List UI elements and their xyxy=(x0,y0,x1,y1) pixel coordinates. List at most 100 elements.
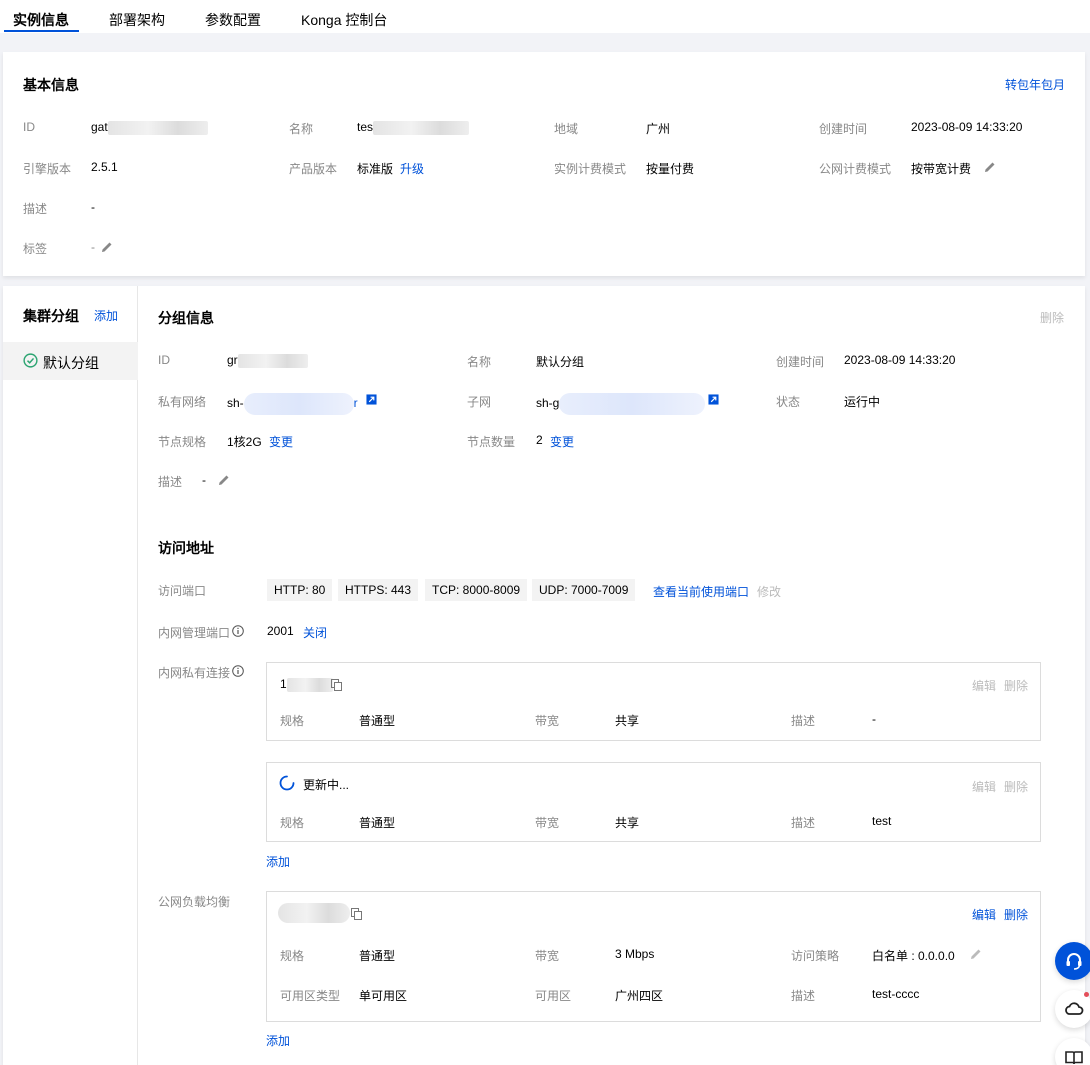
delete-public-clb[interactable]: 删除 xyxy=(1004,906,1028,923)
edit-private-link-1[interactable]: 编辑 xyxy=(972,677,996,694)
edit-public-clb[interactable]: 编辑 xyxy=(972,906,996,923)
created-label: 创建时间 xyxy=(819,122,868,136)
private-spec-label: 规格 xyxy=(280,714,305,728)
docs-button[interactable] xyxy=(1055,1038,1090,1065)
public-spec-value: 普通型 xyxy=(359,949,396,963)
desc-label: 描述 xyxy=(23,202,48,216)
engine-value: 2.5.1 xyxy=(91,160,118,174)
billing-value: 按量付费 xyxy=(646,162,695,176)
change-count-link[interactable]: 变更 xyxy=(550,433,574,450)
status-value: 运行中 xyxy=(844,395,881,409)
private-desc-value: test xyxy=(872,814,892,828)
public-desc-value: test-cccc xyxy=(872,987,920,1001)
private-bw-value: 共享 xyxy=(615,714,640,728)
sidebar-item-default-group-label: 默认分组 xyxy=(43,355,99,371)
public-bw-label: 带宽 xyxy=(535,949,560,963)
port-tag-http: HTTP: 80 xyxy=(267,579,333,601)
copy-icon[interactable] xyxy=(331,679,342,691)
upgrade-link[interactable]: 升级 xyxy=(400,160,424,177)
group-desc-value: - xyxy=(202,473,206,487)
tab-instance-info[interactable]: 实例信息 xyxy=(13,10,69,30)
node-spec-value: 1核2G xyxy=(227,435,262,449)
group-id-value: gr xyxy=(227,353,308,368)
modify-ports-link[interactable]: 修改 xyxy=(757,583,781,600)
tab-params[interactable]: 参数配置 xyxy=(205,10,261,30)
product-value: 标准版 xyxy=(357,162,394,176)
edit-private-link-2[interactable]: 编辑 xyxy=(972,778,996,795)
port-tag-udp: UDP: 7000-7009 xyxy=(532,579,636,601)
active-tab-indicator xyxy=(4,30,79,32)
subnet-label: 子网 xyxy=(467,395,492,409)
change-spec-link[interactable]: 变更 xyxy=(269,433,293,450)
private-link-card xyxy=(266,662,1041,741)
net-billing-value: 按带宽计费 xyxy=(911,162,972,176)
public-spec-label: 规格 xyxy=(280,949,305,963)
tag-label: 标签 xyxy=(23,242,48,256)
support-button[interactable] xyxy=(1055,942,1090,980)
close-mgmt-port-link[interactable]: 关闭 xyxy=(303,624,327,641)
public-clb-id-masked xyxy=(278,903,350,923)
public-desc-label: 描述 xyxy=(791,989,816,1003)
cloud-assistant-button[interactable] xyxy=(1055,990,1090,1028)
external-link-icon[interactable] xyxy=(366,394,377,405)
group-created-label: 创建时间 xyxy=(776,355,825,369)
public-zone-type-label: 可用区类型 xyxy=(280,989,341,1003)
group-id-label: ID xyxy=(158,353,170,367)
delete-group-link[interactable]: 删除 xyxy=(1040,309,1064,326)
region-value: 广州 xyxy=(646,122,671,136)
private-spec-label: 规格 xyxy=(280,816,305,830)
private-bw-label: 带宽 xyxy=(535,816,560,830)
tab-deploy-arch[interactable]: 部署架构 xyxy=(109,10,165,30)
id-value: gat xyxy=(91,120,208,135)
tag-value: - xyxy=(91,240,95,254)
delete-private-link-2[interactable]: 删除 xyxy=(1004,778,1028,795)
vpc-link[interactable]: sh-r xyxy=(227,393,358,415)
node-count-value: 2 xyxy=(536,433,543,447)
private-link-header: 1 xyxy=(280,677,333,692)
add-group-link[interactable]: 添加 xyxy=(94,307,118,324)
access-address-title: 访问地址 xyxy=(158,540,214,556)
add-public-clb-link[interactable]: 添加 xyxy=(266,1032,290,1049)
private-desc-label: 描述 xyxy=(791,816,816,830)
private-spec-value: 普通型 xyxy=(359,714,396,728)
top-tabs: 实例信息 部署架构 参数配置 Konga 控制台 xyxy=(0,0,1090,33)
basic-info-title: 基本信息 xyxy=(23,77,79,93)
node-spec-label: 节点规格 xyxy=(158,435,207,449)
delete-private-link-1[interactable]: 删除 xyxy=(1004,677,1028,694)
status-label: 状态 xyxy=(776,395,801,409)
private-bw-label: 带宽 xyxy=(535,714,560,728)
vpc-label: 私有网络 xyxy=(158,395,207,409)
headset-icon xyxy=(1066,953,1082,970)
private-desc-label: 描述 xyxy=(791,714,816,728)
public-clb-label: 公网负载均衡 xyxy=(158,895,231,909)
public-zone-label: 可用区 xyxy=(535,989,572,1003)
node-count-label: 节点数量 xyxy=(467,435,516,449)
net-billing-label: 公网计费模式 xyxy=(819,162,892,176)
group-sidebar xyxy=(3,286,138,1065)
edit-policy-pencil-icon[interactable] xyxy=(970,948,982,960)
edit-desc-pencil-icon[interactable] xyxy=(218,474,230,486)
updating-status: 更新中... xyxy=(303,778,350,792)
public-policy-label: 访问策略 xyxy=(791,949,840,963)
public-bw-value: 3 Mbps xyxy=(615,947,655,961)
edit-tag-pencil-icon[interactable] xyxy=(101,241,113,253)
billing-label: 实例计费模式 xyxy=(554,162,627,176)
copy-icon[interactable] xyxy=(351,908,362,920)
check-circle-icon xyxy=(23,353,38,368)
group-name-label: 名称 xyxy=(467,355,492,369)
info-icon[interactable] xyxy=(232,625,244,637)
public-zone-value: 广州四区 xyxy=(615,989,664,1003)
private-bw-value: 共享 xyxy=(615,816,640,830)
info-icon[interactable] xyxy=(232,665,244,677)
mgmt-port-value: 2001 xyxy=(267,624,294,638)
external-link-icon[interactable] xyxy=(708,394,719,405)
subnet-link[interactable]: sh-g xyxy=(536,393,706,415)
add-private-link[interactable]: 添加 xyxy=(266,853,290,870)
convert-prepaid-link[interactable]: 转包年包月 xyxy=(1005,76,1065,93)
view-used-ports-link[interactable]: 查看当前使用端口 xyxy=(653,583,749,600)
cluster-group-title: 集群分组 xyxy=(23,308,79,324)
tab-konga[interactable]: Konga 控制台 xyxy=(301,10,387,30)
group-created-value: 2023-08-09 14:33:20 xyxy=(844,353,956,367)
edit-net-billing-pencil-icon[interactable] xyxy=(984,161,996,173)
group-name-value: 默认分组 xyxy=(536,355,585,369)
